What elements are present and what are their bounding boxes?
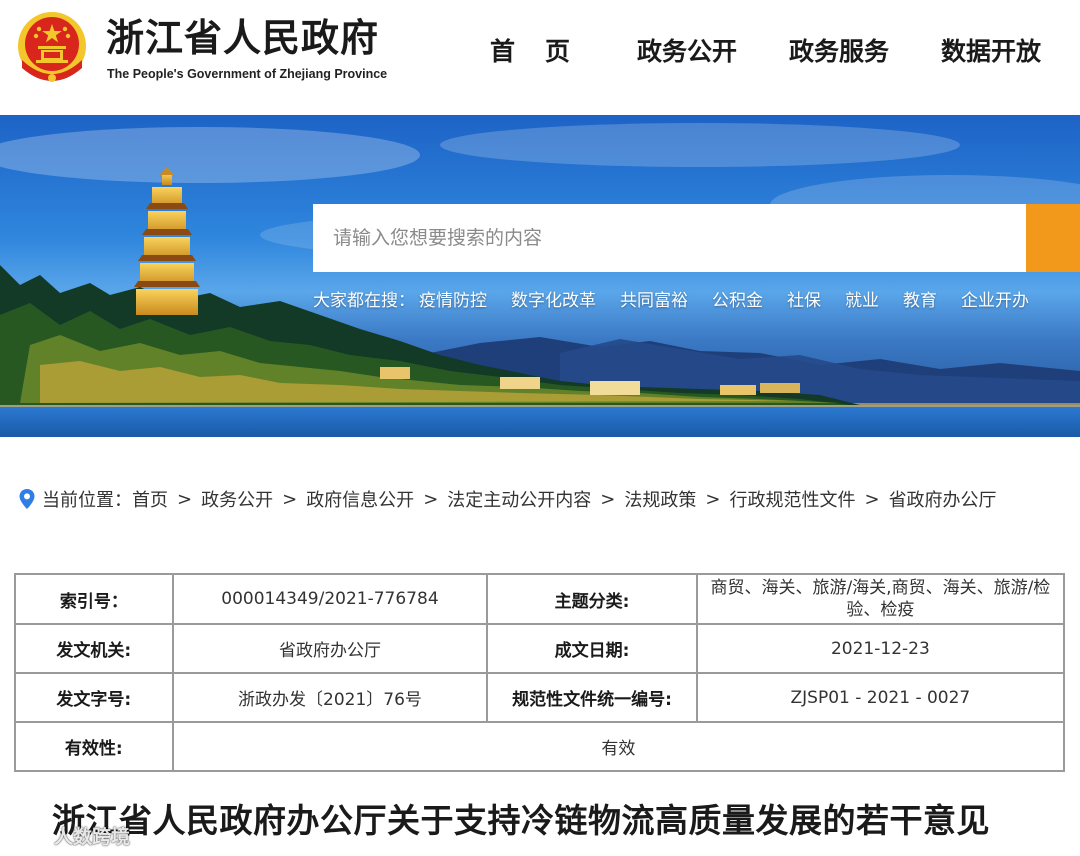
hot-search-common-prosperity[interactable]: 共同富裕 <box>620 286 688 311</box>
hot-search-social-security[interactable]: 社保 <box>787 286 821 311</box>
breadcrumb-separator: > <box>177 488 193 510</box>
breadcrumb-provincial-office[interactable]: 省政府办公厅 <box>889 486 997 512</box>
breadcrumb-government-affairs-open[interactable]: 政务公开 <box>201 486 273 512</box>
breadcrumb-separator: > <box>864 488 880 510</box>
index-number-value: 000014349/2021-776784 <box>171 573 489 625</box>
table-row: 发文机关: 省政府办公厅 成文日期: 2021-12-23 <box>14 623 1066 674</box>
hot-search-housing-fund[interactable]: 公积金 <box>712 286 763 311</box>
hot-search-employment[interactable]: 就业 <box>845 286 879 311</box>
search-input[interactable] <box>313 204 1026 272</box>
hero-banner: 大家都在搜： 疫情防控 数字化改革 共同富裕 公积金 社保 就业 教育 企业开办 <box>0 115 1080 437</box>
document-date-value: 2021-12-23 <box>695 623 1066 674</box>
issuing-authority-value: 省政府办公厅 <box>171 623 489 674</box>
watermark: 人数跨境 <box>8 820 130 850</box>
table-row: 索引号： 000014349/2021-776784 主题分类: 商贸、海关、旅… <box>14 573 1066 625</box>
breadcrumb-separator: > <box>600 488 616 510</box>
hot-search-education[interactable]: 教育 <box>903 286 937 311</box>
site-header: 浙江省人民政府 The People's Government of Zheji… <box>0 0 1080 115</box>
west-lake-scenery-image <box>0 123 1080 437</box>
index-number-label: 索引号： <box>14 573 174 625</box>
breadcrumb-separator: > <box>282 488 298 510</box>
validity-value: 有效 <box>171 721 1066 772</box>
issuing-authority-label: 发文机关: <box>14 623 174 674</box>
hot-search-digital-reform[interactable]: 数字化改革 <box>511 286 596 311</box>
breadcrumb-separator: > <box>423 488 439 510</box>
nav-open-data[interactable]: 数据开放 <box>941 34 1041 70</box>
topic-category-value: 商贸、海关、旅游/海关,商贸、海关、旅游/检验、检疫 <box>695 573 1066 625</box>
validity-label: 有效性: <box>14 721 174 772</box>
hot-search-business-start[interactable]: 企业开办 <box>961 286 1029 311</box>
watermark-text: 人数跨境 <box>54 825 131 848</box>
document-number-value: 浙政办发〔2021〕76号 <box>171 672 489 723</box>
watermark-logo-icon <box>10 826 50 843</box>
document-metadata-table: 索引号： 000014349/2021-776784 主题分类: 商贸、海关、旅… <box>14 573 1066 772</box>
unified-code-value: ZJSP01 - 2021 - 0027 <box>695 672 1066 723</box>
breadcrumb-statutory-content[interactable]: 法定主动公开内容 <box>447 486 591 512</box>
unified-code-label: 规范性文件统一编号: <box>486 672 698 723</box>
table-row: 有效性: 有效 <box>14 721 1066 772</box>
breadcrumb: 当前位置： 首页 > 政务公开 > 政府信息公开 > 法定主动公开内容 > 法规… <box>18 484 997 514</box>
hot-search-epidemic[interactable]: 疫情防控 <box>419 286 487 311</box>
search-button[interactable] <box>1026 204 1080 272</box>
site-subtitle: The People's Government of Zhejiang Prov… <box>107 67 388 81</box>
national-emblem-icon[interactable] <box>16 10 88 86</box>
hot-search-label: 大家都在搜： <box>313 290 415 311</box>
site-title[interactable]: 浙江省人民政府 <box>106 14 379 62</box>
breadcrumb-home[interactable]: 首页 <box>132 486 168 512</box>
topic-category-label: 主题分类: <box>486 573 698 625</box>
breadcrumb-label: 当前位置： <box>42 490 132 511</box>
table-row: 发文字号: 浙政办发〔2021〕76号 规范性文件统一编号: ZJSP01 - … <box>14 672 1066 723</box>
document-number-label: 发文字号: <box>14 672 174 723</box>
breadcrumb-normative-documents[interactable]: 行政规范性文件 <box>729 486 855 512</box>
breadcrumb-separator: > <box>705 488 721 510</box>
nav-government-affairs-open[interactable]: 政务公开 <box>637 34 737 70</box>
nav-government-services[interactable]: 政务服务 <box>789 34 889 70</box>
article-title: 浙江省人民政府办公厅关于支持冷链物流高质量发展的若干意见 <box>52 801 990 840</box>
document-date-label: 成文日期: <box>486 623 698 674</box>
hot-search-row: 大家都在搜： 疫情防控 数字化改革 共同富裕 公积金 社保 就业 教育 企业开办 <box>313 285 1053 311</box>
breadcrumb-regulations-policies[interactable]: 法规政策 <box>624 486 696 512</box>
breadcrumb-government-info-open[interactable]: 政府信息公开 <box>306 486 414 512</box>
location-pin-icon <box>19 489 35 509</box>
nav-home[interactable]: 首页 <box>490 34 600 70</box>
